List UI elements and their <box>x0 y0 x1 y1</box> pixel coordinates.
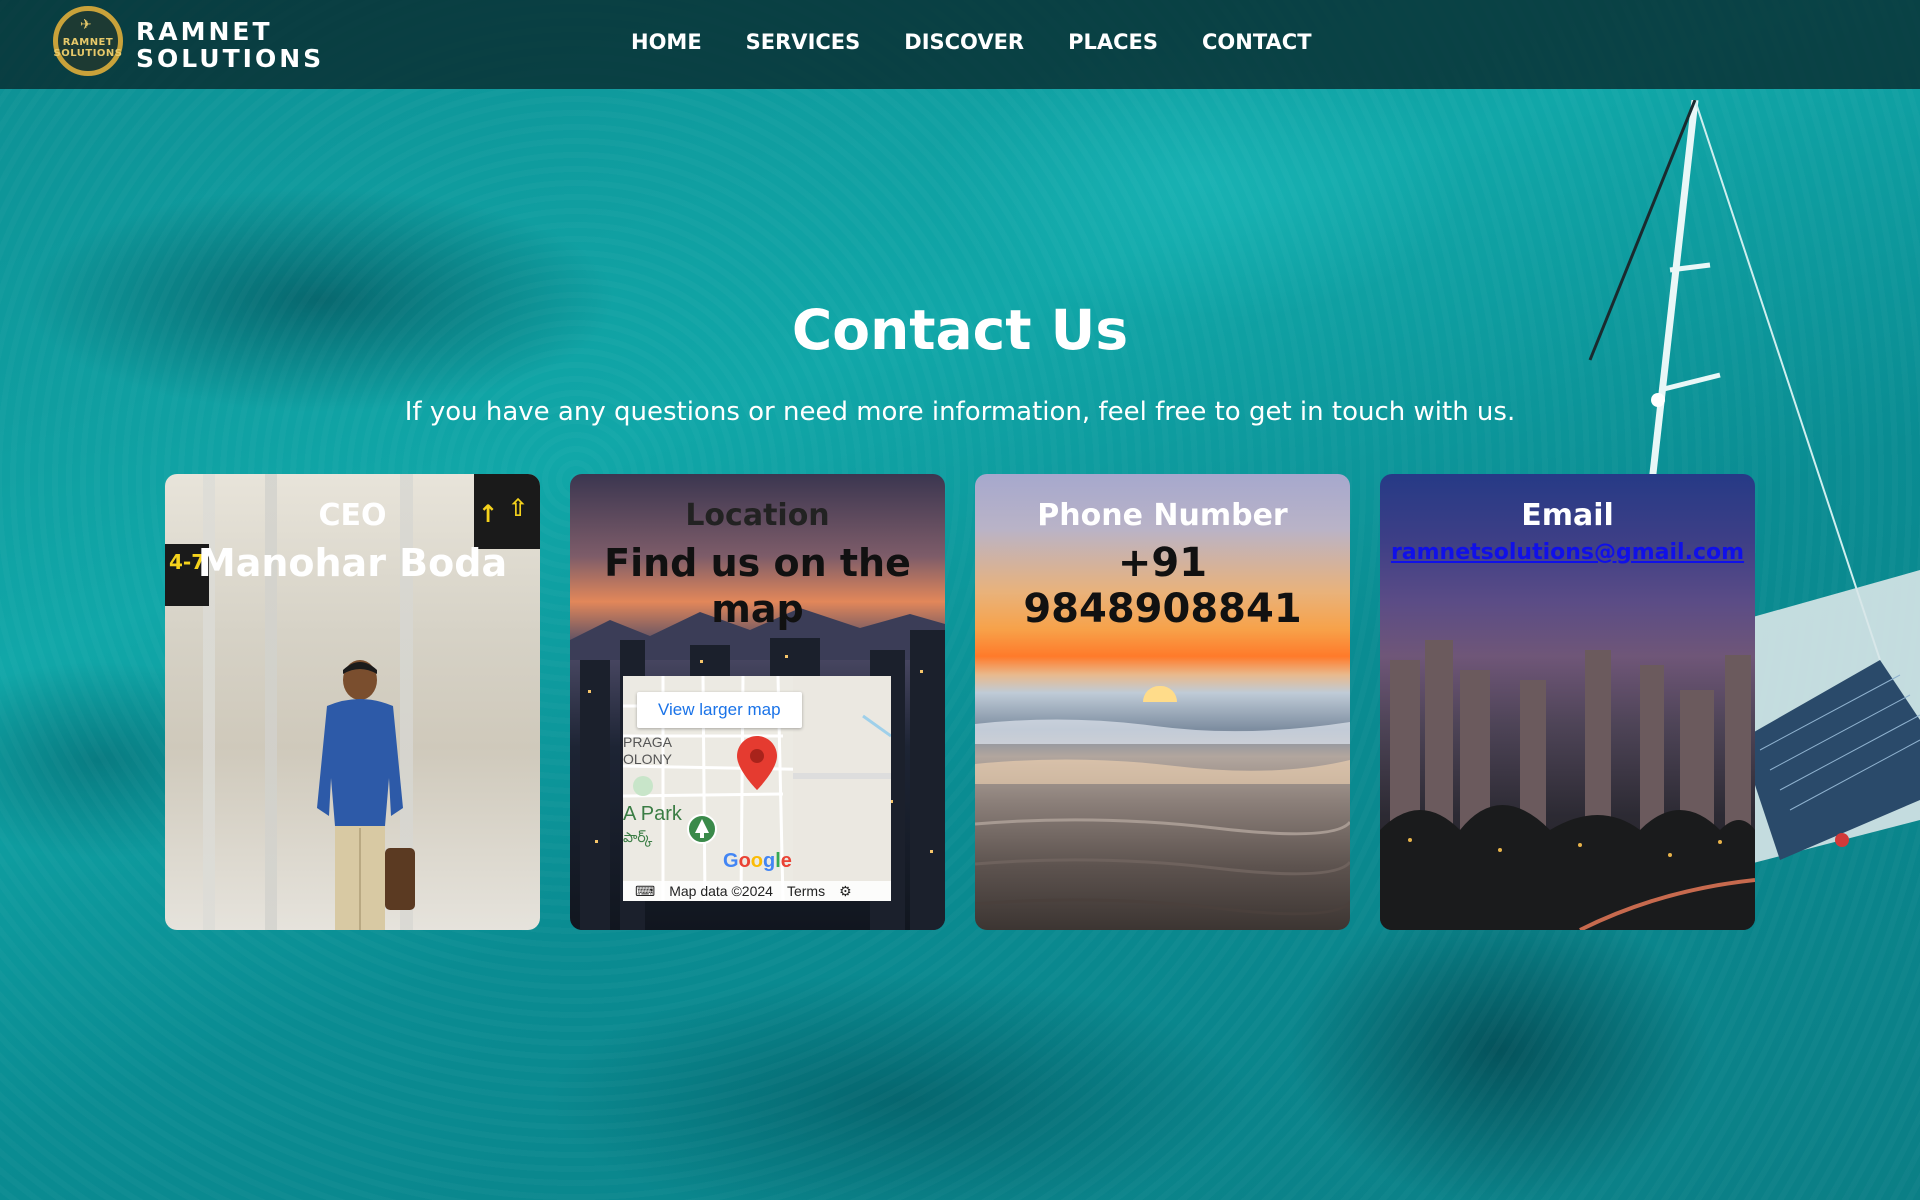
nav-services[interactable]: SERVICES <box>746 30 861 54</box>
ceo-photo <box>317 660 415 930</box>
brand-logo[interactable]: ✈ RAMNET SOLUTIONS <box>53 6 123 76</box>
nav-contact[interactable]: CONTACT <box>1202 30 1312 54</box>
map-terms-link[interactable]: Terms <box>787 883 825 899</box>
view-larger-map-button[interactable]: View larger map <box>637 692 802 728</box>
embedded-map[interactable]: View larger map PRAGA OLONY A Park పార్క… <box>623 676 891 901</box>
location-card: Location Find us on the map View larger … <box>570 474 945 930</box>
map-footer: ⌨ Map data ©2024 Terms ⚙ <box>623 881 891 901</box>
map-park-local-label: పార్క్ <box>623 829 653 845</box>
plane-icon: ✈ <box>80 17 92 33</box>
phone-card: Phone Number +91 9848908841 <box>975 474 1350 930</box>
map-park-label: A Park <box>623 803 682 825</box>
brand-name[interactable]: RAMNET SOLUTIONS <box>136 18 324 72</box>
email-card: Email ramnetsolutions@gmail.com <box>1380 474 1755 930</box>
nav-places[interactable]: PLACES <box>1068 30 1158 54</box>
email-link[interactable]: ramnetsolutions@gmail.com <box>1380 540 1755 565</box>
page-subtitle: If you have any questions or need more i… <box>404 397 1516 427</box>
map-pin-icon[interactable] <box>737 736 777 790</box>
map-colony-label: PRAGA OLONY <box>623 734 673 767</box>
location-value: Find us on the map <box>604 541 911 631</box>
nav-home[interactable]: HOME <box>631 30 702 54</box>
keyboard-icon[interactable]: ⌨ <box>635 883 655 900</box>
phone-heading: Phone Number <box>1037 498 1288 533</box>
night-skyline-image <box>1380 640 1755 930</box>
phone-number[interactable]: +91 9848908841 <box>985 540 1340 632</box>
google-logo: Google <box>723 850 792 872</box>
ceo-name: Manohar Boda <box>197 541 508 585</box>
ceo-card: ↑ ⇧ 4-7 CEO Manohar Boda <box>165 474 540 930</box>
brand-name-line2: SOLUTIONS <box>136 44 325 73</box>
brand-name-line1: RAMNET <box>136 17 273 46</box>
location-heading: Location <box>685 498 830 533</box>
top-navbar: ✈ RAMNET SOLUTIONS RAMNET SOLUTIONS HOME… <box>0 0 1920 89</box>
email-heading: Email <box>1521 498 1614 533</box>
logo-badge-text: RAMNET SOLUTIONS <box>53 37 123 59</box>
page-title: Contact Us <box>791 298 1129 362</box>
nav-discover[interactable]: DISCOVER <box>904 30 1024 54</box>
map-data-credit: Map data ©2024 <box>669 883 773 899</box>
park-tree-icon <box>687 814 717 844</box>
ceo-heading: CEO <box>318 498 387 533</box>
main-nav: HOME SERVICES DISCOVER PLACES CONTACT <box>631 30 1312 54</box>
beach-waves-image <box>975 719 1350 916</box>
report-bug-icon[interactable]: ⚙ <box>839 883 852 900</box>
sunset-sun <box>1143 686 1177 702</box>
